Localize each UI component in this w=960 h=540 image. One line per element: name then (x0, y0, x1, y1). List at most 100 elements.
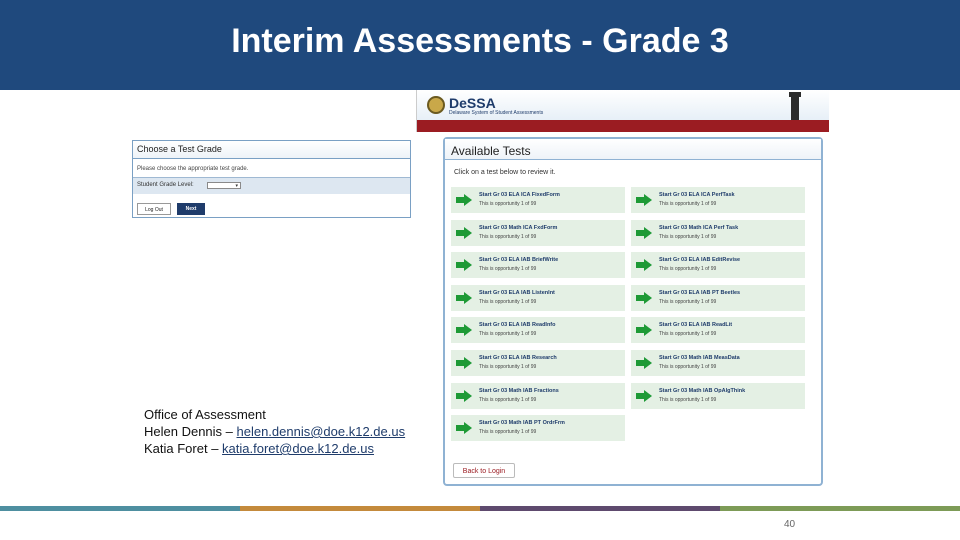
green-arrow-icon (456, 291, 472, 304)
green-arrow-icon (636, 226, 652, 239)
test-opportunity: This is opportunity 1 of 99 (479, 266, 537, 273)
contact-line-1: Helen Dennis – helen.dennis@doe.k12.de.u… (144, 423, 405, 440)
green-arrow-icon (456, 226, 472, 239)
contact-1-email-link[interactable]: helen.dennis@doe.k12.de.us (237, 424, 406, 439)
test-name: Start Gr 03 ELA IAB Research (479, 355, 557, 361)
lighthouse-icon (791, 94, 799, 120)
arrow-head (644, 259, 652, 272)
title-bar: Interim Assessments - Grade 3 (0, 0, 960, 90)
choose-grade-panel: Choose a Test Grade Please choose the ap… (132, 140, 411, 218)
test-button[interactable]: Start Gr 03 ELA IAB Research This is oppo… (451, 350, 625, 376)
arrow-head (644, 194, 652, 206)
test-opportunity: This is opportunity 1 of 99 (659, 396, 717, 403)
dessa-logo-text: DeSSA (449, 95, 496, 111)
green-arrow-icon (636, 194, 652, 206)
test-button[interactable]: Start Gr 03 ELA ICA PerfTask This is oppo… (631, 187, 805, 213)
test-button[interactable]: Start Gr 03 Math IAB Fractions This is op… (451, 382, 625, 409)
test-opportunity: This is opportunity 1 of 99 (659, 298, 717, 305)
green-arrow-icon (456, 259, 472, 272)
next-button[interactable]: Next (177, 203, 205, 215)
available-tests-instruction: Click on a test below to review it. (454, 169, 556, 176)
test-button[interactable]: Start Gr 03 ELA IAB ReadLit This is oppor… (631, 317, 805, 344)
green-arrow-icon (456, 194, 472, 206)
test-button[interactable]: Start Gr 03 ELA ICA FixedForm This is opp… (451, 187, 625, 213)
test-opportunity: This is opportunity 1 of 99 (659, 331, 717, 338)
contact-1-name: Helen Dennis – (144, 424, 237, 439)
green-arrow-icon (456, 422, 472, 435)
arrow-head (464, 194, 472, 206)
arrow-head (464, 291, 472, 304)
office-name: Office of Assessment (144, 407, 266, 422)
state-seal-icon (427, 96, 445, 114)
test-opportunity: This is opportunity 1 of 99 (659, 233, 717, 240)
arrow-head (644, 226, 652, 239)
test-button[interactable]: Start Gr 03 Math IAB MeasData This is opp… (631, 350, 805, 376)
arrow-head (464, 357, 472, 369)
test-opportunity: This is opportunity 1 of 99 (479, 396, 537, 403)
test-button[interactable]: Start Gr 03 ELA IAB BriefWrite This is op… (451, 252, 625, 279)
green-arrow-icon (456, 357, 472, 369)
arrow-head (464, 422, 472, 435)
test-opportunity: This is opportunity 1 of 99 (479, 298, 537, 305)
green-arrow-icon (636, 291, 652, 304)
test-button[interactable]: Start Gr 03 Math IAB PT OrdrFrm This is o… (451, 415, 625, 442)
slide-title: Interim Assessments - Grade 3 (231, 22, 729, 60)
footer-stripe (720, 506, 960, 511)
grade-instruction: Please choose the appropriate test grade… (133, 159, 410, 178)
test-opportunity: This is opportunity 1 of 99 (659, 266, 717, 273)
test-name: Start Gr 03 ELA IAB ReadInfo (479, 322, 556, 329)
dessa-banner-stripe (417, 120, 829, 132)
dessa-banner: DeSSA Delaware System of Student Assessm… (416, 90, 829, 132)
test-name: Start Gr 03 ELA IAB EditRevise (659, 257, 741, 264)
test-name: Start Gr 03 ELA IAB BriefWrite (479, 257, 559, 264)
arrow-head (644, 291, 652, 304)
green-arrow-icon (636, 259, 652, 272)
arrow-head (464, 259, 472, 272)
grade-level-label: Student Grade Level: (137, 182, 194, 188)
test-name: Start Gr 03 Math IAB OpAlgThink (659, 387, 746, 394)
test-name: Start Gr 03 Math IAB PT OrdrFrm (479, 420, 565, 427)
available-tests-header: Available Tests (445, 139, 821, 160)
back-to-login-button[interactable]: Back to Login (453, 463, 515, 478)
green-arrow-icon (636, 389, 652, 402)
test-opportunity: This is opportunity 1 of 99 (479, 364, 537, 370)
arrow-head (464, 324, 472, 337)
test-opportunity: This is opportunity 1 of 99 (479, 233, 537, 240)
test-name: Start Gr 03 Math IAB MeasData (659, 355, 740, 361)
arrow-head (644, 357, 652, 369)
test-opportunity: This is opportunity 1 of 99 (479, 331, 537, 338)
test-opportunity: This is opportunity 1 of 99 (659, 201, 717, 207)
available-tests-panel: Available Tests Click on a test below to… (443, 137, 823, 486)
test-button[interactable]: Start Gr 03 ELA IAB ReadInfo This is oppo… (451, 317, 625, 344)
arrow-head (464, 226, 472, 239)
test-name: Start Gr 03 ELA ICA PerfTask (659, 192, 735, 198)
test-name: Start Gr 03 ELA ICA FixedForm (479, 192, 560, 198)
test-button[interactable]: Start Gr 03 ELA IAB EditRevise This is op… (631, 252, 805, 279)
test-name: Start Gr 03 ELA IAB ReadLit (659, 322, 733, 329)
test-name: Start Gr 03 Math IAB Fractions (479, 387, 559, 394)
test-button[interactable]: Start Gr 03 Math ICA FxdForm This is oppo… (451, 219, 625, 246)
green-arrow-icon (636, 324, 652, 337)
test-button[interactable]: Start Gr 03 ELA IAB PT Beetles This is op… (631, 284, 805, 311)
grade-level-select[interactable]: ▾ (207, 182, 241, 189)
footer-stripe (240, 506, 480, 511)
contact-info: Office of Assessment Helen Dennis – hele… (144, 406, 405, 457)
dessa-subtitle: Delaware System of Student Assessments (449, 110, 544, 116)
page-number: 40 (784, 519, 796, 530)
test-name: Start Gr 03 ELA IAB PT Beetles (659, 289, 741, 296)
test-name: Start Gr 03 Math ICA Perf Task (659, 224, 739, 231)
test-opportunity: This is opportunity 1 of 99 (479, 201, 537, 207)
chevron-down-icon: ▾ (235, 183, 238, 189)
contact-2-name: Katia Foret – (144, 441, 223, 456)
logout-button[interactable]: Log Out (137, 203, 171, 215)
arrow-head (464, 389, 472, 402)
footer-stripe (0, 506, 240, 511)
grade-panel-header: Choose a Test Grade (133, 141, 410, 159)
test-opportunity: This is opportunity 1 of 99 (659, 364, 717, 370)
test-button[interactable]: Start Gr 03 Math ICA Perf Task This is op… (631, 219, 805, 246)
arrow-head (644, 389, 652, 402)
test-button[interactable]: Start Gr 03 Math IAB OpAlgThink This is o… (631, 382, 805, 409)
test-button[interactable]: Start Gr 03 ELA IAB ListenInt This is opp… (451, 284, 625, 311)
contact-2-email-link[interactable]: katia.foret@doe.k12.de.us (222, 441, 374, 456)
grade-level-row: Student Grade Level: ▾ (133, 178, 410, 194)
